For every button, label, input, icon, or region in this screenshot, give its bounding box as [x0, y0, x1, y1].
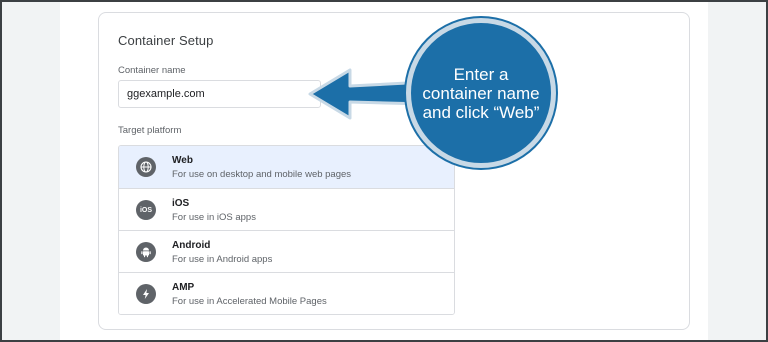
- platform-description: For use in Android apps: [172, 254, 273, 265]
- platform-option-amp[interactable]: AMP For use in Accelerated Mobile Pages: [119, 272, 454, 314]
- android-icon: [136, 242, 156, 262]
- globe-icon: [136, 157, 156, 177]
- platform-name: Web: [172, 155, 193, 166]
- platform-name: AMP: [172, 282, 195, 293]
- platform-description: For use in Accelerated Mobile Pages: [172, 296, 327, 307]
- container-setup-card: Container Setup Container name Target pl…: [98, 12, 690, 330]
- platform-option-android[interactable]: Android For use in Android apps: [119, 230, 454, 272]
- platform-description: For use on desktop and mobile web pages: [172, 169, 352, 180]
- platform-option-web[interactable]: Web For use on desktop and mobile web pa…: [119, 146, 454, 188]
- platform-name: Android: [172, 240, 211, 251]
- target-platform-label: Target platform: [118, 125, 182, 136]
- container-name-label: Container name: [118, 65, 186, 76]
- platform-name: iOS: [172, 198, 190, 209]
- amp-bolt-icon: [136, 284, 156, 304]
- platform-description: For use in iOS apps: [172, 212, 256, 223]
- callout-bubble: Enter a container name and click “Web”: [406, 18, 556, 168]
- platform-list: Web For use on desktop and mobile web pa…: [118, 145, 455, 315]
- ios-icon: iOS: [136, 200, 156, 220]
- container-name-input[interactable]: [118, 80, 321, 108]
- callout-text: Enter a container name and click “Web”: [422, 64, 540, 122]
- card-title: Container Setup: [118, 33, 214, 48]
- platform-option-ios[interactable]: iOS iOS For use in iOS apps: [119, 188, 454, 230]
